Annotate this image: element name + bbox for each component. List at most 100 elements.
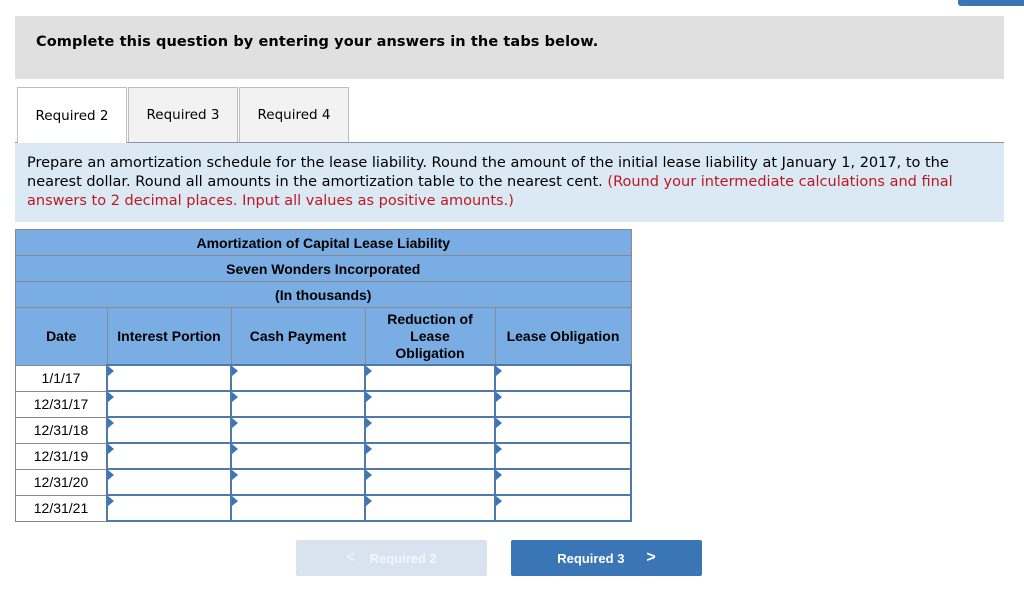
interest-input[interactable] xyxy=(108,392,230,416)
interest-input[interactable] xyxy=(108,418,230,442)
input-flag-icon xyxy=(366,496,372,506)
date-cell: 12/31/17 xyxy=(15,390,108,418)
input-flag-icon xyxy=(232,470,238,480)
reduction-cell xyxy=(364,494,496,522)
interest-input[interactable] xyxy=(108,366,230,390)
tab-required-3[interactable]: Required 3 xyxy=(128,87,238,142)
col-header-date: Date xyxy=(15,307,108,366)
table-units: (In thousands) xyxy=(15,281,632,308)
next-button[interactable]: Required 3 > xyxy=(511,540,702,576)
interest-input[interactable] xyxy=(108,496,230,520)
obligation-input[interactable] xyxy=(496,470,630,494)
input-flag-icon xyxy=(366,470,372,480)
col-header-cash: Cash Payment xyxy=(230,307,366,366)
cash-cell xyxy=(230,442,366,470)
table-company: Seven Wonders Incorporated xyxy=(15,255,632,282)
cash-input[interactable] xyxy=(232,418,364,442)
input-flag-icon xyxy=(232,496,238,506)
instructions-text: Complete this question by entering your … xyxy=(36,34,599,50)
obligation-cell xyxy=(494,390,632,418)
reduction-cell xyxy=(364,416,496,444)
chevron-right-icon: > xyxy=(646,549,656,566)
reduction-input[interactable] xyxy=(366,418,494,442)
input-flag-icon xyxy=(232,392,238,402)
interest-cell xyxy=(106,416,232,444)
question-prompt: Prepare an amortization schedule for the… xyxy=(15,142,1004,222)
column-header-row: Date Interest Portion Cash Payment Reduc… xyxy=(15,307,632,366)
input-flag-icon xyxy=(366,366,372,376)
col-header-obligation: Lease Obligation xyxy=(494,307,632,366)
amortization-table: Amortization of Capital Lease Liability … xyxy=(15,229,632,522)
cash-cell xyxy=(230,390,366,418)
interest-input[interactable] xyxy=(108,444,230,468)
input-flag-icon xyxy=(232,418,238,428)
table-row: 1/1/17 xyxy=(15,364,632,392)
cash-cell xyxy=(230,494,366,522)
input-flag-icon xyxy=(366,418,372,428)
next-button-label: Required 3 xyxy=(557,550,625,566)
reduction-input[interactable] xyxy=(366,470,494,494)
input-flag-icon xyxy=(108,470,114,480)
table-row: 12/31/19 xyxy=(15,442,632,470)
input-flag-icon xyxy=(496,444,502,454)
obligation-cell xyxy=(494,494,632,522)
date-cell: 12/31/20 xyxy=(15,468,108,496)
input-flag-icon xyxy=(366,392,372,402)
reduction-input[interactable] xyxy=(366,392,494,416)
date-cell: 12/31/19 xyxy=(15,442,108,470)
reduction-input[interactable] xyxy=(366,366,494,390)
reduction-cell xyxy=(364,442,496,470)
input-flag-icon xyxy=(496,392,502,402)
obligation-input[interactable] xyxy=(496,392,630,416)
prev-button[interactable]: < Required 2 xyxy=(296,540,487,576)
input-flag-icon xyxy=(108,444,114,454)
table-row: 12/31/17 xyxy=(15,390,632,418)
obligation-cell xyxy=(494,364,632,392)
table-title: Amortization of Capital Lease Liability xyxy=(15,229,632,256)
col-header-reduction: Reduction of Lease Obligation xyxy=(364,307,496,366)
reduction-cell xyxy=(364,390,496,418)
date-cell: 1/1/17 xyxy=(15,364,108,392)
obligation-cell xyxy=(494,416,632,444)
input-flag-icon xyxy=(108,366,114,376)
chevron-left-icon: < xyxy=(346,549,356,566)
cash-cell xyxy=(230,468,366,496)
top-corner-button[interactable] xyxy=(958,0,1024,6)
prev-button-label: Required 2 xyxy=(369,550,437,566)
col-header-reduction-label: Reduction of Lease Obligation xyxy=(387,310,473,361)
input-flag-icon xyxy=(108,392,114,402)
input-flag-icon xyxy=(366,444,372,454)
interest-cell xyxy=(106,390,232,418)
obligation-input[interactable] xyxy=(496,366,630,390)
table-row: 12/31/18 xyxy=(15,416,632,444)
date-cell: 12/31/18 xyxy=(15,416,108,444)
instructions-banner: Complete this question by entering your … xyxy=(15,16,1004,79)
input-flag-icon xyxy=(232,444,238,454)
reduction-input[interactable] xyxy=(366,496,494,520)
cash-input[interactable] xyxy=(232,496,364,520)
interest-cell xyxy=(106,494,232,522)
cash-input[interactable] xyxy=(232,366,364,390)
tab-required-4[interactable]: Required 4 xyxy=(239,87,349,142)
col-header-interest: Interest Portion xyxy=(106,307,232,366)
interest-input[interactable] xyxy=(108,470,230,494)
cash-input[interactable] xyxy=(232,392,364,416)
cash-input[interactable] xyxy=(232,470,364,494)
obligation-input[interactable] xyxy=(496,496,630,520)
reduction-cell xyxy=(364,364,496,392)
input-flag-icon xyxy=(108,496,114,506)
cash-input[interactable] xyxy=(232,444,364,468)
input-flag-icon xyxy=(496,366,502,376)
obligation-input[interactable] xyxy=(496,444,630,468)
tab-bar: Required 2 Required 3 Required 4 xyxy=(17,87,350,143)
table-body: 1/1/17 12/31/17 12/31/18 12/31/19 12/31/20 12… xyxy=(15,364,632,522)
obligation-input[interactable] xyxy=(496,418,630,442)
interest-cell xyxy=(106,468,232,496)
interest-cell xyxy=(106,442,232,470)
date-cell: 12/31/21 xyxy=(15,494,108,522)
reduction-input[interactable] xyxy=(366,444,494,468)
cash-cell xyxy=(230,364,366,392)
obligation-cell xyxy=(494,442,632,470)
interest-cell xyxy=(106,364,232,392)
tab-required-2[interactable]: Required 2 xyxy=(17,87,127,143)
